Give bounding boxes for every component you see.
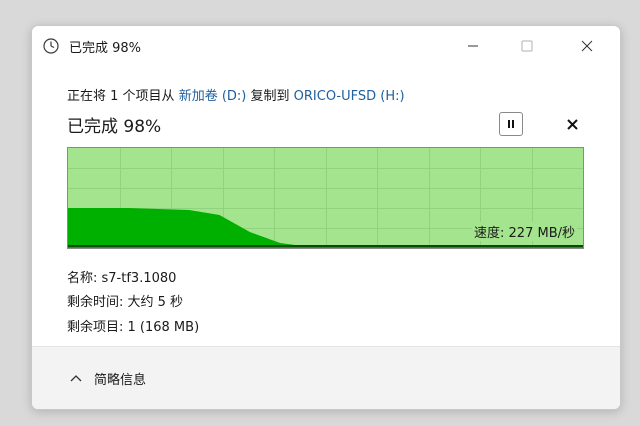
progress-heading: 已完成 98% [67, 117, 162, 137]
maximize-icon [521, 40, 533, 52]
destination-link[interactable]: ORICO-UFSD (H:) [294, 89, 405, 104]
speed-graph: 速度: 227 MB/秒 [67, 147, 584, 249]
speed-label: 速度: 227 MB/秒 [472, 222, 577, 241]
copy-middle: 复制到 [250, 89, 290, 104]
cancel-copy-button[interactable] [560, 112, 584, 136]
details-label: 简略信息 [94, 372, 147, 388]
copy-prefix: 正在将 1 个项目从 [67, 89, 175, 104]
maximize-button[interactable] [504, 26, 550, 66]
pause-icon [508, 120, 514, 128]
fewer-details-button[interactable]: 简略信息 [70, 367, 146, 389]
window-close-button[interactable] [564, 26, 610, 66]
close-icon [566, 118, 578, 130]
file-name: 名称: s7-tf3.1080 [67, 271, 177, 286]
clock-icon [43, 38, 59, 54]
title-bar[interactable]: 已完成 98% [32, 26, 620, 66]
pause-button[interactable] [499, 112, 523, 136]
chevron-up-icon [70, 375, 82, 382]
close-icon [581, 40, 593, 52]
minimize-icon [468, 45, 478, 47]
time-remaining: 剩余时间: 大约 5 秒 [67, 295, 184, 310]
window-title: 已完成 98% [69, 41, 142, 56]
footer: 简略信息 [32, 346, 620, 409]
minimize-button[interactable] [450, 26, 496, 66]
copy-description: 正在将 1 个项目从 新加卷 (D:) 复制到 ORICO-UFSD (H:) [67, 85, 405, 104]
source-link[interactable]: 新加卷 (D:) [179, 89, 247, 104]
file-copy-dialog: 已完成 98% 正在将 1 个项目从 新加卷 (D:) 复制到 ORICO-UF… [31, 25, 621, 410]
items-remaining: 剩余项目: 1 (168 MB) [67, 320, 200, 335]
